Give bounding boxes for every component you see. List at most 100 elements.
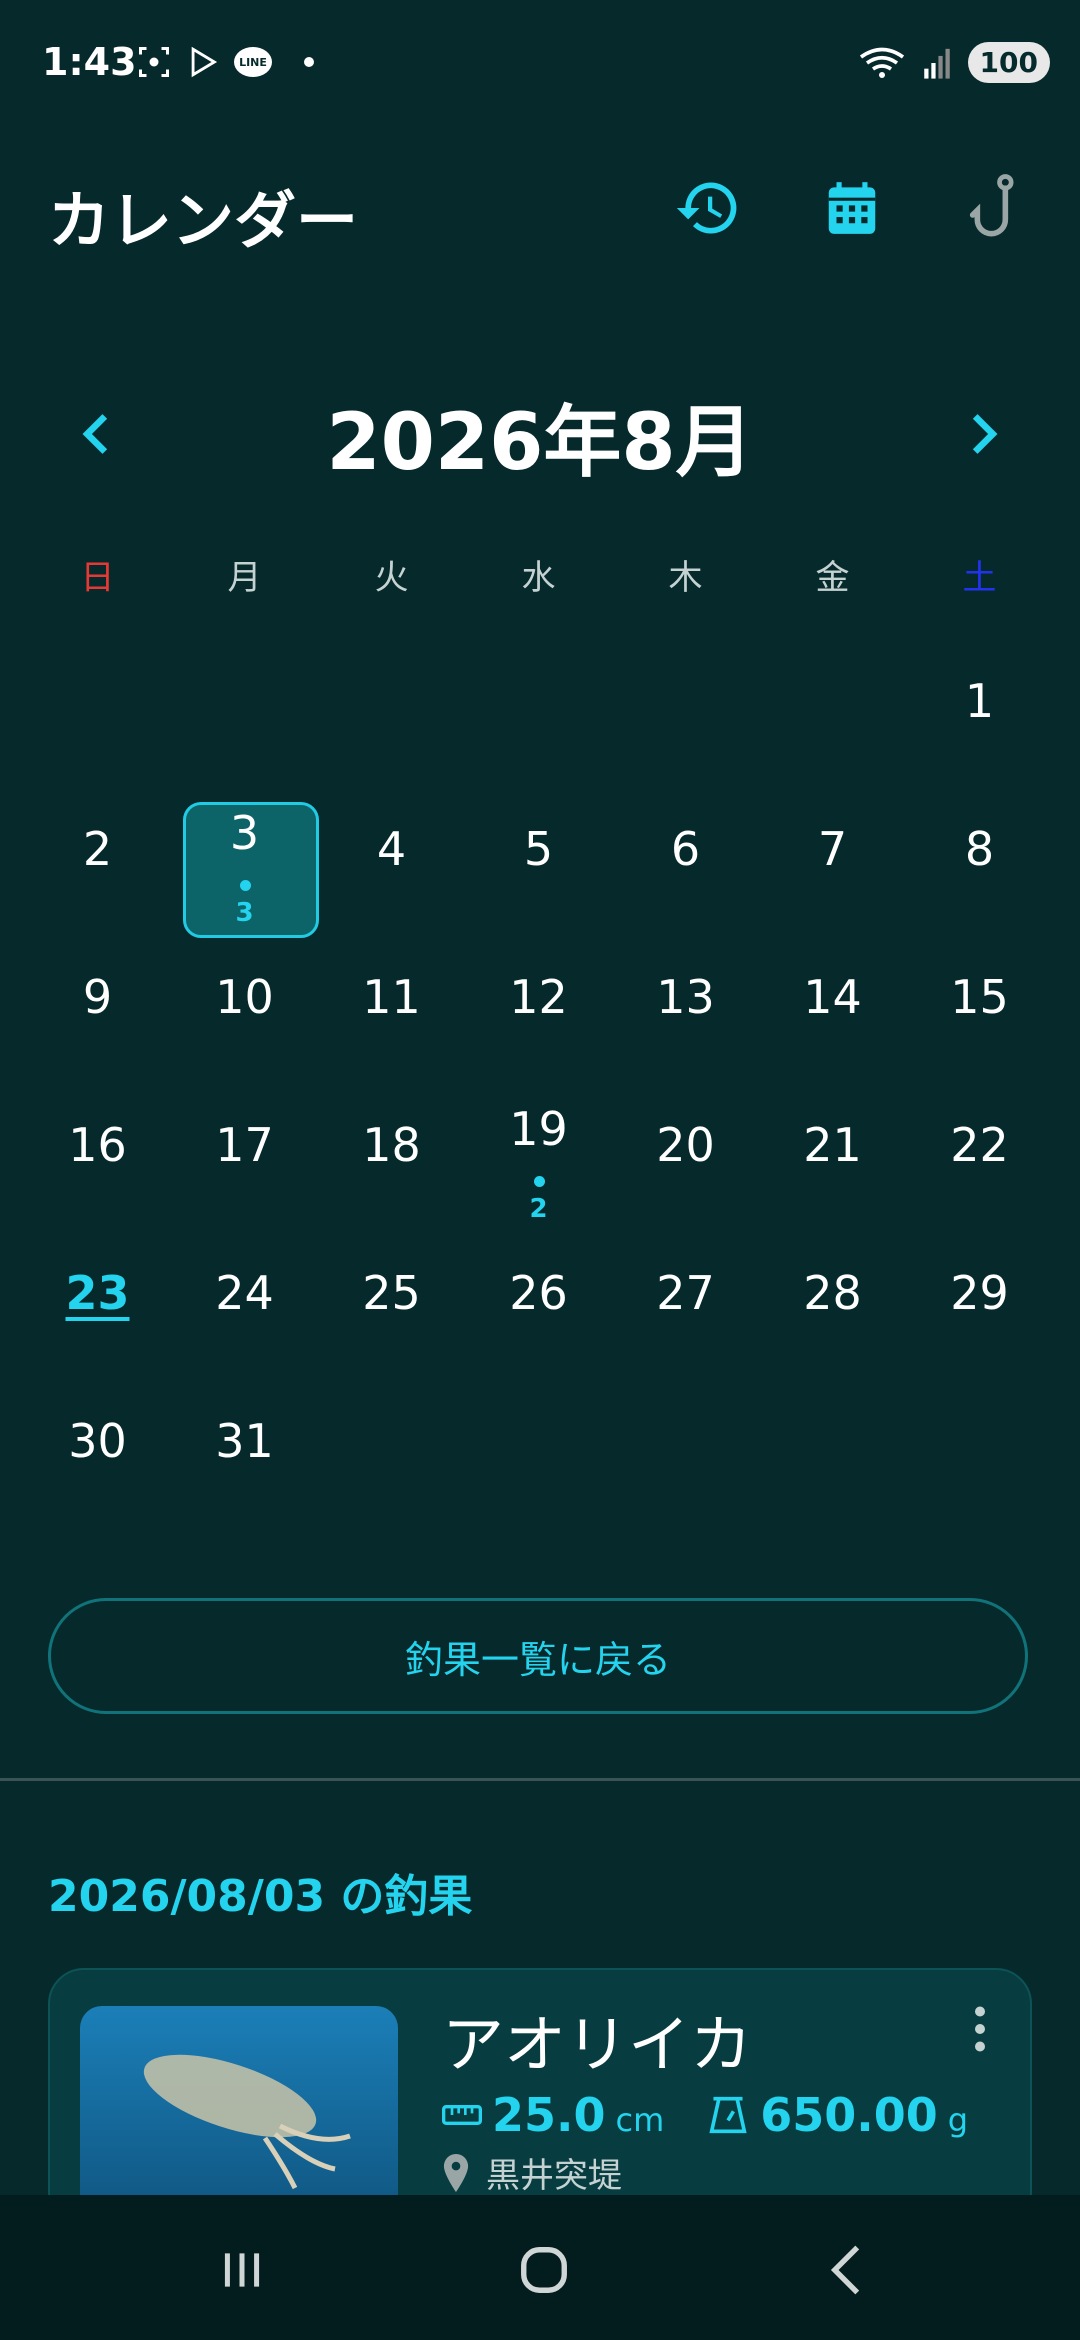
calendar-day[interactable]: 27 xyxy=(612,1242,759,1390)
calendar-day[interactable]: 12 xyxy=(465,946,612,1094)
calendar-day-today[interactable]: 23 xyxy=(24,1242,171,1390)
weekday-header-row: 日 月 火 水 木 金 土 xyxy=(0,550,1080,610)
back-to-list-button[interactable]: 釣果一覧に戻る xyxy=(48,1598,1028,1714)
calendar-day[interactable]: 28 xyxy=(759,1242,906,1390)
calendar-day[interactable]: 15 xyxy=(906,946,1053,1094)
calendar-day[interactable]: 21 xyxy=(759,1094,906,1242)
back-button[interactable] xyxy=(806,2235,886,2305)
day-number: 8 xyxy=(964,822,995,876)
day-number: 3 xyxy=(229,806,260,860)
calendar-day[interactable]: 17 xyxy=(171,1094,318,1242)
calendar-day[interactable]: 26 xyxy=(465,1242,612,1390)
weekday-label: 日 xyxy=(80,558,115,598)
day-number: 26 xyxy=(509,1266,568,1320)
calendar-day[interactable]: 11 xyxy=(318,946,465,1094)
catch-location: 黒井突堤 xyxy=(442,2148,622,2197)
line-icon: LINE xyxy=(234,47,272,77)
day-number: 16 xyxy=(68,1118,127,1172)
calendar-day[interactable]: 1 xyxy=(906,650,1053,798)
dot-icon xyxy=(304,57,314,67)
calendar-day[interactable]: 19 2 xyxy=(465,1094,612,1242)
status-time: 1:43 xyxy=(42,40,137,84)
day-number: 10 xyxy=(215,970,274,1024)
calendar-day[interactable]: 8 xyxy=(906,798,1053,946)
weekday-label: 木 xyxy=(668,558,703,598)
weight-unit: g xyxy=(947,2101,969,2139)
weekday-label: 水 xyxy=(521,558,556,598)
calendar-day[interactable]: 18 xyxy=(318,1094,465,1242)
notification-icons: LINE xyxy=(136,44,314,80)
calendar-day[interactable]: 7 xyxy=(759,798,906,946)
catch-card[interactable]: アオリイカ 25.0 cm 650.00 g 黒井突堤 xyxy=(48,1968,1032,2228)
calendar-day[interactable]: 6 xyxy=(612,798,759,946)
calendar-day[interactable]: 31 xyxy=(171,1390,318,1538)
play-store-icon xyxy=(191,46,218,78)
calendar-icon[interactable] xyxy=(816,172,888,244)
calendar-day[interactable]: 2 xyxy=(24,798,171,946)
wifi-icon xyxy=(859,47,904,78)
day-number: 25 xyxy=(362,1266,421,1320)
home-button[interactable] xyxy=(504,2235,584,2305)
home-icon xyxy=(521,2247,567,2293)
day-number: 5 xyxy=(523,822,554,876)
calendar-day[interactable]: 16 xyxy=(24,1094,171,1242)
day-number: 1 xyxy=(964,674,995,728)
day-number: 22 xyxy=(950,1118,1009,1172)
calendar-day[interactable]: 24 xyxy=(171,1242,318,1390)
app-bar: カレンダー xyxy=(0,150,1080,270)
length-value: 25.0 xyxy=(492,2088,606,2142)
weekday-label: 金 xyxy=(815,558,850,598)
day-number: 11 xyxy=(362,970,421,1024)
screenshot-icon xyxy=(139,47,169,77)
catch-indicator-dot xyxy=(533,1176,545,1187)
calendar-day-selected[interactable]: 33 xyxy=(171,798,319,946)
month-header: 2026年8月 xyxy=(0,370,1080,490)
chevron-right-icon xyxy=(972,414,998,454)
calendar-day[interactable]: 20 xyxy=(612,1094,759,1242)
day-number: 24 xyxy=(215,1266,274,1320)
fishhook-icon[interactable] xyxy=(960,172,1032,244)
day-number: 27 xyxy=(656,1266,715,1320)
day-number: 19 xyxy=(509,1102,568,1156)
fish-name: アオリイカ xyxy=(442,2008,753,2081)
more-options-icon[interactable] xyxy=(970,2004,990,2054)
day-number: 20 xyxy=(656,1118,715,1172)
day-number: 29 xyxy=(950,1266,1009,1320)
calendar-day[interactable]: 13 xyxy=(612,946,759,1094)
day-number: 28 xyxy=(803,1266,862,1320)
back-icon xyxy=(830,2245,860,2295)
section-divider xyxy=(0,1778,1080,1781)
catch-stats: 25.0 cm 650.00 g xyxy=(442,2088,968,2142)
calendar-day[interactable]: 29 xyxy=(906,1242,1053,1390)
calendar-day[interactable]: 4 xyxy=(318,798,465,946)
day-number: 2 xyxy=(82,822,113,876)
day-number: 12 xyxy=(509,970,568,1024)
battery-indicator: 100 xyxy=(967,42,1050,83)
scale-icon xyxy=(709,2096,747,2134)
next-month-button[interactable] xyxy=(954,404,1014,464)
signal-icon xyxy=(923,48,950,79)
day-number: 7 xyxy=(817,822,848,876)
calendar-day[interactable]: 5 xyxy=(465,798,612,946)
day-number: 14 xyxy=(803,970,862,1024)
calendar-day[interactable]: 14 xyxy=(759,946,906,1094)
recent-apps-button[interactable] xyxy=(202,2235,282,2305)
day-number: 23 xyxy=(65,1266,130,1320)
selected-date-title: 2026/08/03 の釣果 xyxy=(48,1871,473,1922)
calendar-day[interactable]: 22 xyxy=(906,1094,1053,1242)
system-icons: 100 xyxy=(858,42,1050,83)
catch-indicator-dot xyxy=(239,880,251,891)
calendar-day[interactable]: 9 xyxy=(24,946,171,1094)
day-number: 21 xyxy=(803,1118,862,1172)
weekday-label: 月 xyxy=(227,558,262,598)
weekday-label: 土 xyxy=(962,558,997,598)
calendar-day[interactable]: 25 xyxy=(318,1242,465,1390)
calendar-day[interactable]: 30 xyxy=(24,1390,171,1538)
history-icon[interactable] xyxy=(672,172,744,244)
calendar-day[interactable]: 10 xyxy=(171,946,318,1094)
day-number: 13 xyxy=(656,970,715,1024)
weight-value: 650.00 xyxy=(760,2088,938,2142)
length-unit: cm xyxy=(615,2101,665,2139)
system-nav-bar xyxy=(0,2195,1080,2340)
catch-count: 2 xyxy=(529,1194,548,1224)
